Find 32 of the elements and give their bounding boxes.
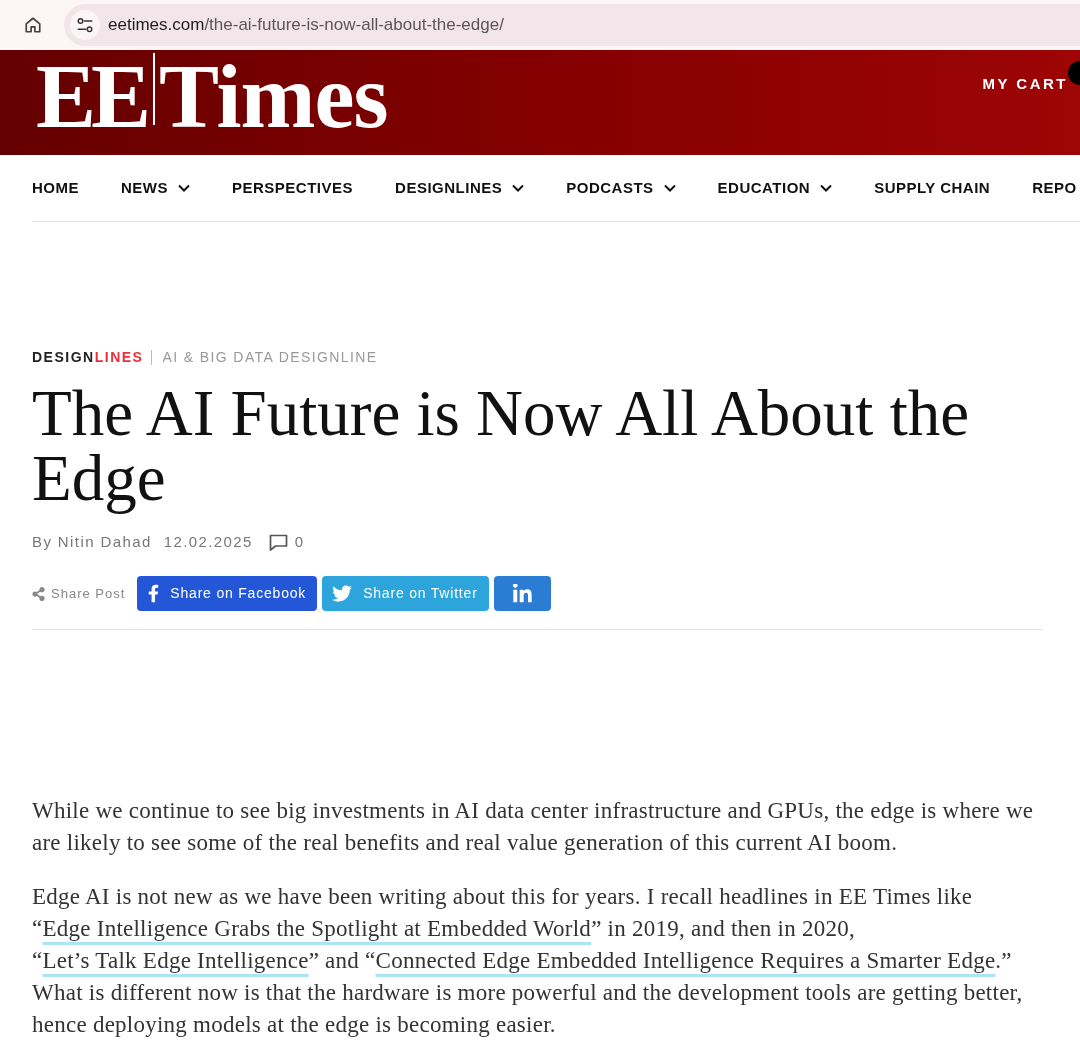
nav-item[interactable]: PODCASTS — [566, 176, 676, 200]
share-icon — [32, 586, 45, 601]
bird-icon — [332, 585, 353, 602]
home-icon[interactable] — [24, 16, 42, 34]
linkedin-share-button[interactable] — [493, 576, 551, 611]
nav-item[interactable]: DESIGNLINES — [395, 176, 525, 200]
facebook-icon — [148, 584, 160, 603]
address-bar[interactable]: eetimes.com/the-ai-future-is-now-all-about-the-edge/ — [64, 4, 1080, 46]
count-badge-icon — [1068, 61, 1080, 85]
nav-item[interactable]: NEWS — [121, 176, 190, 200]
nav-item[interactable]: REPO — [1032, 176, 1077, 200]
url-text: eetimes.com/the-ai-future-is-now-all-about-the-edge/ — [108, 14, 504, 37]
nav-item[interactable]: PERSPECTIVES — [232, 176, 354, 200]
nav-item[interactable]: HOME — [32, 176, 79, 200]
share-label: Share Post — [51, 584, 126, 603]
linkedin-icon — [512, 584, 532, 603]
article-paragraph: Edge AI is not new as we have been writing about this for years. I recall headlines in EE Times like “Edge Intelligence Grabs the Spotlight at Embedded World” in 2019, and then in 2020, “Let’s Talk Edge Intelligence” and “Connected Edge Embedded Intelligence Requires a Smarter Edge.” What is different now is that the hardware is more powerful and the development tools are getting better, hence deploying models at the edge is becoming easier. — [32, 883, 1024, 1039]
comment-icon — [268, 533, 288, 551]
site-settings-icon[interactable] — [70, 10, 100, 40]
article-link[interactable]: Connected Edge Embedded Intelligence Requires a Smarter Edge — [375, 948, 996, 973]
author-byline: By Nitin Dahad — [32, 532, 152, 552]
facebook-share-button[interactable]: Share on Facebook — [137, 576, 318, 611]
article-link[interactable]: Edge Intelligence Grabs the Spotlight at Embedded World — [42, 916, 592, 941]
site-logo[interactable]: EETimes — [36, 52, 388, 142]
article-link[interactable]: Let’s Talk Edge Intelligence — [42, 948, 309, 973]
nav-item[interactable]: EDUCATION — [717, 176, 833, 200]
section-label[interactable]: DESIGNLINES — [32, 349, 144, 365]
comment-count: 0 — [294, 532, 305, 552]
article-paragraph: While we continue to see big investments in AI data center infrastructure and GPUs, the edge is where we are likely to see some of the real benefits and real value generation of this current AI boom. — [32, 797, 1035, 857]
nav-item[interactable]: SUPPLY CHAIN — [874, 176, 991, 200]
cart-link[interactable]: MY CART — [982, 75, 1068, 93]
publish-date: 12.02.2025 — [163, 532, 253, 552]
